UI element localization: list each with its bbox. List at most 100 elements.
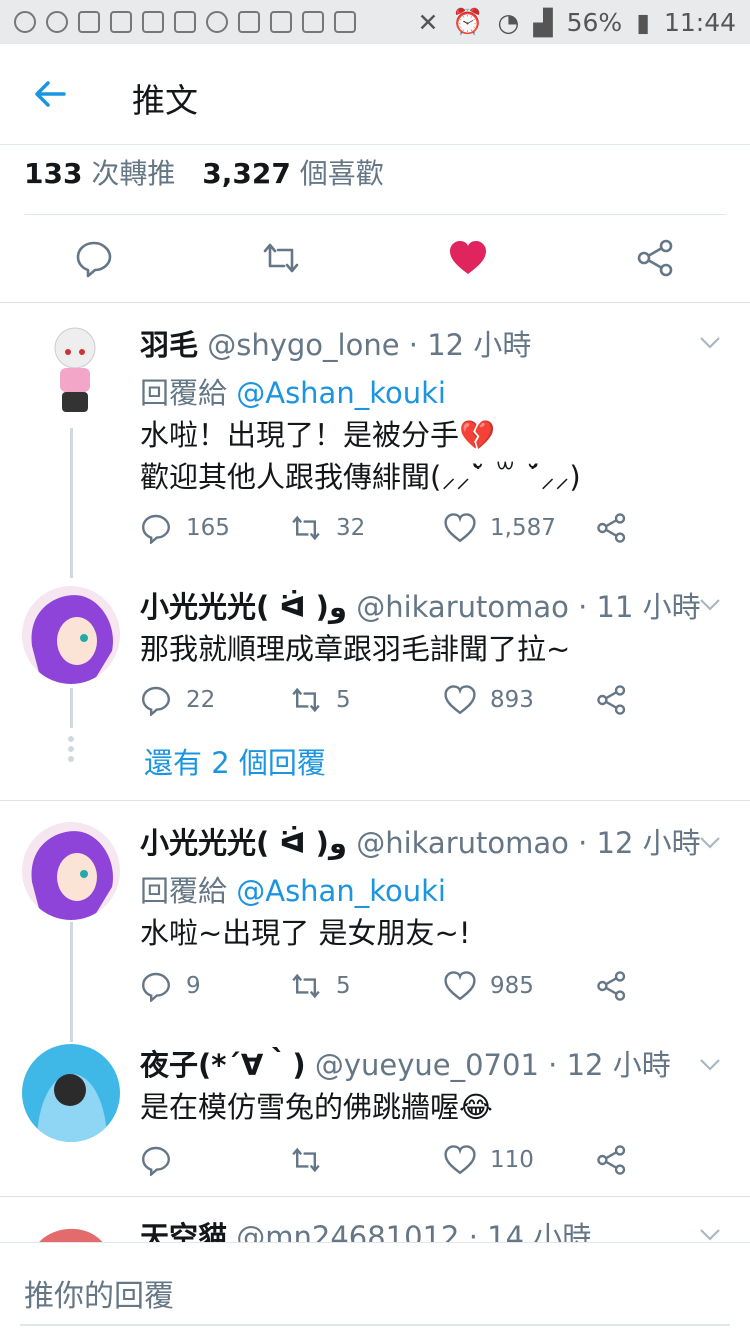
like-icon[interactable] <box>444 1144 476 1176</box>
mention-link[interactable]: @Ashan_kouki <box>236 874 446 908</box>
tweet-text-line: 歡迎其他人跟我傳緋聞(⸝⸝˘̀ ꒳ ˘́⸝⸝) <box>140 460 581 494</box>
display-name[interactable]: 夜子(*´∀｀) <box>140 1048 306 1082</box>
reply-prefix: 回覆給 <box>140 874 228 908</box>
mention-link[interactable]: @Ashan_kouki <box>236 376 446 410</box>
handle-time[interactable]: @yueyue_0701 · 12 小時 <box>315 1048 671 1082</box>
reply-icon[interactable] <box>140 1144 172 1176</box>
page-title: 推文 <box>132 81 198 120</box>
share-icon[interactable] <box>596 684 628 716</box>
likes-count[interactable]: 3,327 <box>202 157 291 190</box>
chevron-down-icon[interactable] <box>698 830 722 854</box>
share-icon[interactable] <box>596 512 628 544</box>
clock: 11:44 <box>663 7 736 37</box>
retweet-count: 5 <box>336 973 351 999</box>
mute-icon: ✕ <box>417 7 439 37</box>
retweet-icon[interactable] <box>290 684 322 716</box>
retweets-count[interactable]: 133 <box>24 157 82 190</box>
reply-input-placeholder[interactable]: 推你的回覆 <box>24 1271 174 1315</box>
retweet-icon[interactable] <box>261 238 301 278</box>
tweet-text-line: 水啦！出現了！是被分手💔 <box>140 418 496 452</box>
tweet-text: 水啦！出現了！是被分手💔 歡迎其他人跟我傳緋聞(⸝⸝˘̀ ꒳ ˘́⸝⸝) <box>140 414 730 498</box>
like-icon[interactable] <box>444 512 476 544</box>
chevron-down-icon[interactable] <box>698 1052 722 1076</box>
thread-connector <box>70 428 73 578</box>
retweet-icon[interactable] <box>290 512 322 544</box>
reply-icon[interactable] <box>140 970 172 1002</box>
flipboard-notification-icon <box>238 11 260 33</box>
thread-connector <box>70 688 73 728</box>
retweet-icon[interactable] <box>290 1144 322 1176</box>
notification-icons <box>14 11 356 33</box>
like-count: 1,587 <box>490 515 556 541</box>
tv-notification-icon <box>110 11 132 33</box>
share-icon[interactable] <box>596 1144 628 1176</box>
tweet[interactable]: 小光光光( ᐛ )و @hikarutomao · 11 小時 那我就順理成章跟… <box>140 584 730 670</box>
retweet-icon[interactable] <box>290 970 322 1002</box>
battery-percent: 56% <box>566 7 623 37</box>
like-heart-icon[interactable] <box>448 238 488 278</box>
chevron-down-icon[interactable] <box>698 592 722 616</box>
share-icon[interactable] <box>596 970 628 1002</box>
reply-icon[interactable] <box>140 512 172 544</box>
reply-count: 9 <box>186 973 201 999</box>
display-name[interactable]: 羽毛 <box>140 328 198 362</box>
retweet-count: 32 <box>336 515 366 541</box>
tweet[interactable]: 羽毛 @shygo_lone · 12 小時 回覆給 @Ashan_kouki … <box>140 322 730 498</box>
tweet[interactable]: 夜子(*´∀｀) @yueyue_0701 · 12 小時 是在模仿雪兔的佛跳牆… <box>140 1042 730 1128</box>
chevron-down-icon[interactable] <box>698 330 722 354</box>
avatar[interactable] <box>22 822 120 920</box>
like-count: 893 <box>490 687 534 713</box>
display-name[interactable]: 小光光光( ᐛ )و <box>140 826 347 860</box>
cell-signal-icon: ▟ <box>533 7 553 37</box>
handle-time[interactable]: @hikarutomao · 12 小時 <box>356 826 700 860</box>
app-notification-icon <box>14 11 36 33</box>
replying-to: 回覆給 @Ashan_kouki <box>140 370 730 412</box>
handle-time[interactable]: @shygo_lone · 12 小時 <box>207 328 531 362</box>
youtube-notification-icon-2 <box>302 11 324 33</box>
avatar[interactable] <box>40 322 110 418</box>
wifi-icon: ◔ <box>497 7 520 37</box>
divider <box>0 800 750 801</box>
group-notification-icon <box>174 11 196 33</box>
divider <box>0 1196 750 1197</box>
reply-icon[interactable] <box>140 684 172 716</box>
display-name[interactable]: 小光光光( ᐛ )و <box>140 590 347 624</box>
retweets-label[interactable]: 次轉推 <box>91 157 175 190</box>
reply-count: 22 <box>186 687 216 713</box>
like-icon[interactable] <box>444 970 476 1002</box>
retweet-count: 5 <box>336 687 351 713</box>
alarm-icon: ⏰ <box>452 7 484 36</box>
tweet-text: 是在模仿雪兔的佛跳牆喔😂 <box>140 1090 493 1124</box>
avatar[interactable] <box>22 586 120 684</box>
back-arrow-icon[interactable] <box>30 74 70 114</box>
reply-prefix: 回覆給 <box>140 376 228 410</box>
s-notification-icon <box>142 11 164 33</box>
input-underline <box>20 1324 730 1326</box>
thread-connector <box>70 922 73 1042</box>
share-icon[interactable] <box>636 238 676 278</box>
thread-dots <box>67 732 75 766</box>
tweet-text: 那我就順理成章跟羽毛誹聞了拉~ <box>140 632 571 666</box>
tweet-stats: 133 次轉推 3,327 個喜歡 <box>24 152 402 192</box>
reply-icon[interactable] <box>74 238 114 278</box>
avatar[interactable] <box>22 1044 120 1142</box>
show-more-replies-link[interactable]: 還有 2 個回覆 <box>144 740 326 782</box>
like-count: 110 <box>490 1147 534 1173</box>
like-icon[interactable] <box>444 684 476 716</box>
reply-composer[interactable]: 推你的回覆 <box>0 1242 750 1334</box>
mail-notification-icon <box>334 11 356 33</box>
reply-count: 165 <box>186 515 230 541</box>
twitter-notification-icon <box>206 11 228 33</box>
youtube-notification-icon <box>270 11 292 33</box>
replying-to: 回覆給 @Ashan_kouki <box>140 868 730 910</box>
likes-label[interactable]: 個喜歡 <box>300 157 384 190</box>
divider <box>0 302 750 303</box>
like-count: 985 <box>490 973 534 999</box>
handle-time[interactable]: @hikarutomao · 11 小時 <box>356 590 700 624</box>
signal-notification-icon <box>46 11 68 33</box>
tweet-action-bar <box>0 230 750 290</box>
battery-icon: ▮ <box>636 7 650 37</box>
tweet[interactable]: 小光光光( ᐛ )و @hikarutomao · 12 小時 回覆給 @Ash… <box>140 820 730 954</box>
tweet-text: 水啦~出現了 是女朋友~! <box>140 916 471 950</box>
app-bar: 推文 <box>0 44 750 145</box>
